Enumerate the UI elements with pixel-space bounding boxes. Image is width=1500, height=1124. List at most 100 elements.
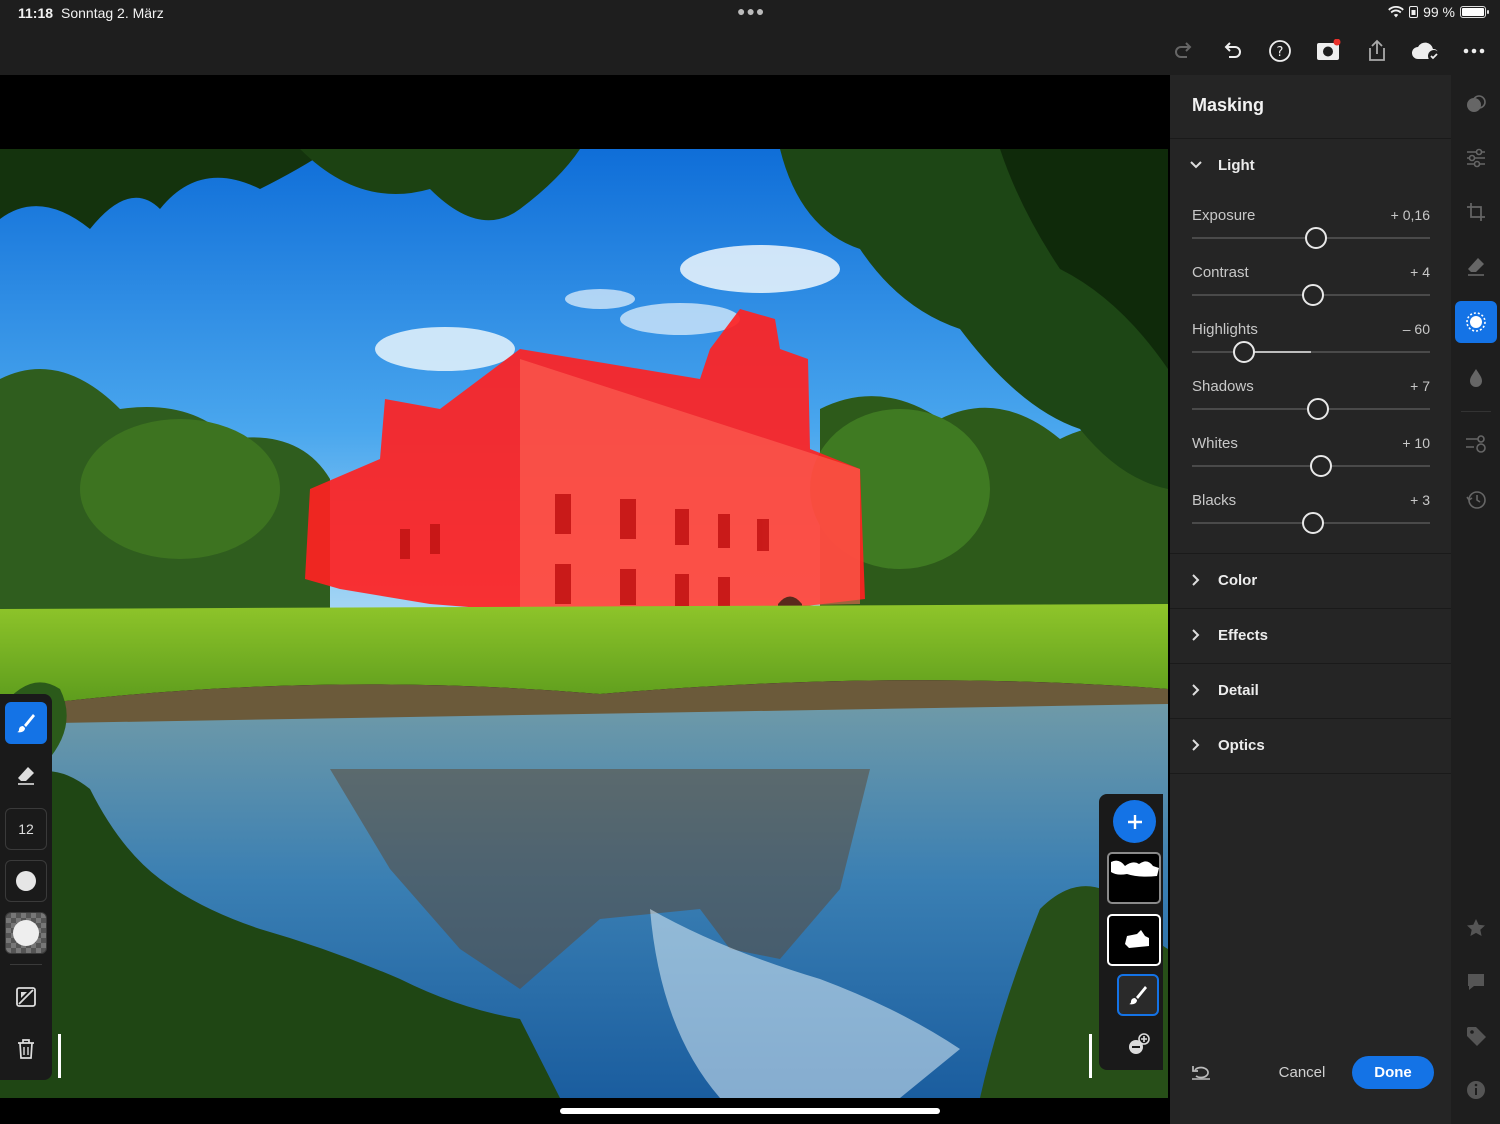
blur-button[interactable] — [1455, 357, 1497, 399]
slider-label: Whites — [1192, 435, 1238, 452]
section-effects-label: Effects — [1218, 627, 1269, 644]
add-mask-button[interactable] — [1113, 800, 1156, 843]
help-icon[interactable]: ? — [1267, 38, 1293, 64]
chevron-right-icon — [1192, 629, 1200, 641]
subtract-mask-button[interactable] — [1125, 1030, 1153, 1058]
slider-label: Shadows — [1192, 378, 1254, 395]
chevron-right-icon — [1192, 684, 1200, 696]
slider-label: Blacks — [1192, 492, 1237, 509]
presets-icon — [1467, 95, 1486, 112]
chevron-right-icon — [1192, 739, 1200, 751]
brush-size-button[interactable]: 12 — [5, 808, 47, 850]
slider-whites[interactable]: Whites + 10 — [1192, 435, 1430, 492]
rating-button[interactable] — [1455, 907, 1497, 949]
brush-tool-button[interactable] — [5, 702, 47, 744]
sliders-icon — [1467, 148, 1485, 168]
status-date: Sonntag 2. März — [61, 5, 164, 21]
slider-value[interactable]: + 10 — [1402, 435, 1430, 451]
slider-knob[interactable] — [1302, 512, 1325, 534]
presets-button[interactable] — [1455, 83, 1497, 125]
slider-track[interactable] — [1192, 351, 1430, 353]
show-overlay-button[interactable] — [5, 976, 47, 1018]
cancel-button[interactable]: Cancel — [1270, 1057, 1334, 1087]
overlay-toggle-icon — [16, 987, 36, 1007]
undo-icon[interactable] — [1219, 38, 1245, 64]
versions-button[interactable] — [1455, 423, 1497, 465]
brush-feather-button[interactable] — [5, 860, 47, 902]
eraser-tool-button[interactable] — [5, 754, 47, 796]
info-button[interactable] — [1455, 1069, 1497, 1111]
brush-flow-button[interactable] — [5, 912, 47, 954]
redo-icon[interactable] — [1171, 38, 1197, 64]
section-effects-header[interactable]: Effects — [1170, 609, 1451, 663]
slider-knob[interactable] — [1304, 227, 1327, 249]
section-light-header[interactable]: Light — [1170, 139, 1451, 193]
section-detail-label: Detail — [1218, 682, 1259, 699]
drop-icon — [1470, 369, 1482, 387]
section-color-header[interactable]: Color — [1170, 554, 1451, 608]
eraser-icon — [1468, 258, 1484, 276]
slider-value[interactable]: + 7 — [1410, 378, 1430, 394]
multitasking-dots-icon[interactable]: ●●● — [737, 3, 765, 19]
slider-highlights[interactable]: Highlights – 60 — [1192, 321, 1430, 378]
slider-blacks[interactable]: Blacks + 3 — [1192, 492, 1430, 549]
done-button[interactable]: Done — [1352, 1056, 1434, 1089]
info-icon — [1467, 1081, 1485, 1099]
photo-image[interactable] — [0, 149, 1168, 1098]
section-detail-header[interactable]: Detail — [1170, 664, 1451, 718]
slider-value[interactable]: + 0,16 — [1391, 207, 1430, 223]
section-light-label: Light — [1218, 157, 1255, 174]
slider-contrast[interactable]: Contrast + 4 — [1192, 264, 1430, 321]
top-toolbar: ? — [0, 26, 1500, 75]
more-icon[interactable] — [1461, 38, 1487, 64]
slider-exposure[interactable]: Exposure + 0,16 — [1192, 207, 1430, 264]
photo-canvas[interactable] — [0, 75, 1170, 1124]
chevron-down-icon — [1190, 161, 1202, 169]
masking-panel: Masking Light Exposure + 0,16 Contrast + 4 H… — [1170, 75, 1451, 1124]
battery-icon — [1460, 6, 1489, 18]
slider-knob[interactable] — [1309, 455, 1332, 477]
brush-icon — [1129, 986, 1147, 1005]
eraser-icon — [18, 767, 34, 785]
brush-component-button[interactable] — [1117, 974, 1159, 1016]
slider-knob[interactable] — [1302, 284, 1325, 306]
delete-button[interactable] — [5, 1028, 47, 1070]
slider-knob[interactable] — [1307, 398, 1330, 420]
status-time: 11:18 — [18, 5, 54, 21]
mask-list — [1099, 794, 1163, 1070]
masking-button[interactable] — [1455, 301, 1497, 343]
healing-button[interactable] — [1455, 245, 1497, 287]
subtract-mask-icon — [1129, 1033, 1150, 1054]
edit-sliders-button[interactable] — [1455, 137, 1497, 179]
history-icon — [1466, 491, 1486, 509]
slider-value[interactable]: + 4 — [1410, 264, 1430, 280]
crop-button[interactable] — [1455, 191, 1497, 233]
crop-handle-left[interactable] — [58, 1034, 61, 1078]
slider-label: Contrast — [1192, 264, 1249, 281]
crop-handle-right[interactable] — [1089, 1034, 1092, 1078]
reset-icon — [1192, 1066, 1210, 1080]
chevron-right-icon — [1192, 574, 1200, 586]
history-button[interactable] — [1455, 479, 1497, 521]
brush-icon — [17, 714, 35, 733]
camera-icon[interactable] — [1315, 38, 1341, 64]
share-icon[interactable] — [1364, 38, 1390, 64]
reset-button[interactable] — [1190, 1061, 1212, 1083]
home-indicator — [560, 1108, 940, 1114]
feather-dot-icon — [16, 871, 36, 891]
mask-thumbnail-2[interactable] — [1107, 914, 1161, 966]
cloud-sync-icon[interactable] — [1410, 38, 1442, 64]
slider-value[interactable]: – 60 — [1403, 321, 1430, 337]
adjust-settings-icon — [1466, 435, 1486, 453]
keywords-button[interactable] — [1455, 1015, 1497, 1057]
svg-text:?: ? — [1277, 45, 1284, 60]
comments-button[interactable] — [1455, 961, 1497, 1003]
section-optics-header[interactable]: Optics — [1170, 719, 1451, 773]
crop-icon — [1467, 203, 1485, 221]
plus-icon — [1127, 814, 1142, 829]
mask-thumbnail-1[interactable] — [1107, 852, 1161, 904]
slider-knob[interactable] — [1233, 341, 1256, 363]
slider-shadows[interactable]: Shadows + 7 — [1192, 378, 1430, 435]
tool-rail — [1451, 75, 1500, 1124]
slider-value[interactable]: + 3 — [1410, 492, 1430, 508]
